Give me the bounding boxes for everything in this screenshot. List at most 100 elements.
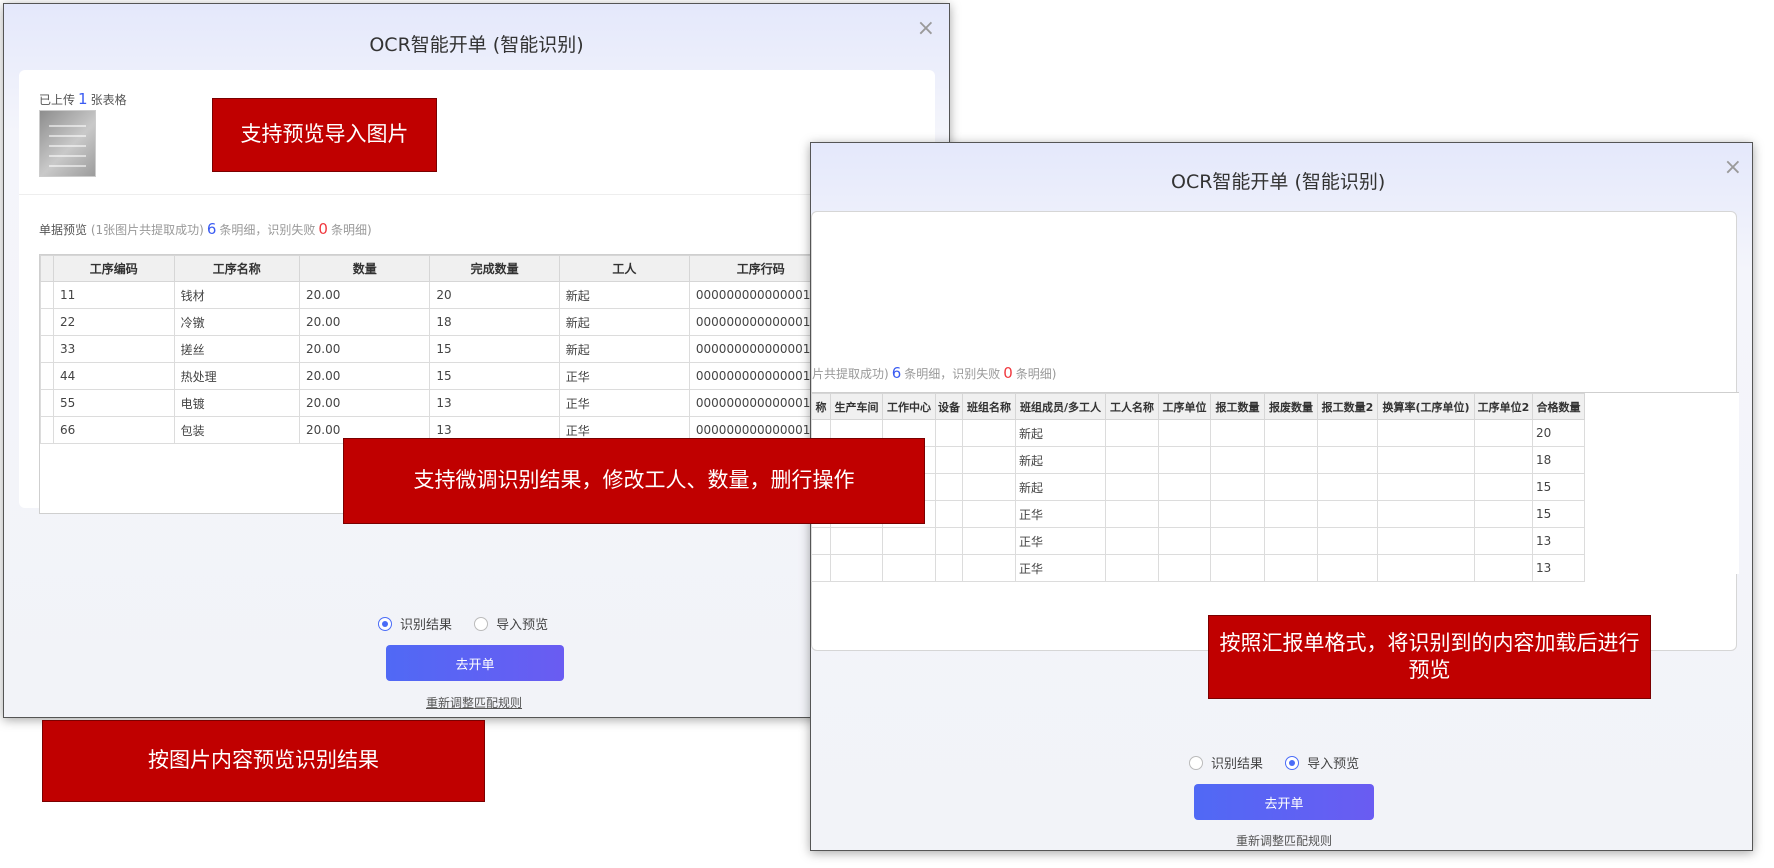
table-cell [830, 554, 883, 582]
import-preview-table: 称 生产车间 工作中心 设备 班组名称 班组成员/多工人 工人名称 工序单位 报… [811, 392, 1739, 582]
table-cell [1105, 446, 1159, 474]
column-header: 数量 [299, 255, 431, 282]
table-row: 正华 15 [811, 500, 1585, 528]
table-cell [962, 527, 1016, 555]
create-order-button[interactable]: 去开单 [386, 645, 564, 681]
table-cell [1317, 527, 1378, 555]
cell-process-code: 11 [53, 281, 175, 309]
table-cell [1210, 554, 1265, 582]
row-spacer [40, 362, 54, 390]
cell-worker-select[interactable]: 正华 [558, 362, 690, 390]
radio-import-preview[interactable]: 导入预览 [1285, 753, 1359, 772]
table-cell [811, 554, 831, 582]
radio-dot[interactable] [378, 616, 392, 631]
radio-import-preview[interactable]: 导入预览 [474, 614, 548, 633]
upload-status: 已上传 1 张表格 [39, 90, 127, 108]
table-cell [962, 446, 1016, 474]
close-icon[interactable]: × [1724, 157, 1742, 179]
table-row: 正华 13 [811, 554, 1585, 582]
radio-label: 识别结果 [400, 618, 453, 633]
view-mode-radio-group: 识别结果 导入预览 [378, 614, 566, 635]
summary-label: 单据预览 [39, 223, 88, 237]
radio-recognition-result[interactable]: 识别结果 [378, 614, 452, 633]
cell-team-member: 正华 [1015, 554, 1106, 582]
cell-qualified-quantity: 13 [1532, 527, 1585, 555]
divider [19, 194, 935, 195]
cell-quantity-input[interactable]: 20.00 [299, 281, 431, 309]
upload-count: 1 [78, 90, 88, 108]
column-header: 班组成员/多工人 [1015, 393, 1106, 420]
radio-dot[interactable] [1189, 755, 1203, 770]
cell-team-member: 正华 [1015, 500, 1106, 528]
table-cell [1210, 473, 1265, 501]
table-header-row: 工序编码 工序名称 数量 完成数量 工人 工序行码 操作 [40, 255, 915, 282]
radio-dot[interactable] [474, 616, 489, 631]
cell-worker-select[interactable]: 正华 [558, 389, 690, 417]
column-header: 换算率(工序单位) [1377, 393, 1475, 420]
table-row: 22冷镦20.0018新起00000000000000145删除 [40, 308, 915, 336]
cell-process-name: 搓丝 [173, 335, 301, 363]
fail-count: 0 [1003, 364, 1013, 382]
cell-team-member: 正华 [1015, 527, 1106, 555]
upload-prefix: 已上传 [39, 93, 76, 107]
cell-quantity-input[interactable]: 20.00 [299, 308, 431, 336]
table-cell [1105, 473, 1159, 501]
table-cell [1377, 500, 1475, 528]
annotation-fine-tune: 支持微调识别结果，修改工人、数量，删行操作 [343, 438, 925, 524]
table-cell [935, 527, 963, 555]
upload-suffix: 张表格 [90, 93, 127, 107]
cell-worker-select[interactable]: 新起 [558, 308, 690, 336]
recognition-summary: 单据预览 (1张图片共提取成功) 6 条明细，识别失败 0 条明细) [39, 220, 372, 238]
table-cell [962, 554, 1016, 582]
cell-worker-select[interactable]: 新起 [558, 335, 690, 363]
table-cell [1158, 446, 1211, 474]
table-cell [962, 473, 1016, 501]
table-cell [935, 446, 963, 474]
column-header: 工序单位 [1158, 393, 1211, 420]
column-header: 工序名称 [173, 255, 301, 282]
table-cell [962, 419, 1016, 447]
column-header: 合格数量 [1532, 393, 1585, 420]
content-card: 片共提取成功) 6 条明细，识别失败 0 条明细) 称 生产车间 工作中心 设备 班组名 [811, 211, 1739, 651]
table-cell [1317, 500, 1378, 528]
row-spacer [40, 281, 54, 309]
table-row: 新起 20 [811, 419, 1585, 447]
ocr-dialog-recognition: OCR智能开单 (智能识别) × 已上传 1 张表格 单据预览 (1张图片共提取成功… [3, 3, 950, 718]
cell-completed-quantity: 18 [429, 308, 560, 336]
table-cell [1264, 419, 1318, 447]
adjust-rules-link[interactable]: 重新调整匹配规则 [1236, 832, 1332, 849]
table-cell [811, 527, 831, 555]
table-cell [1158, 419, 1211, 447]
column-header-spacer [40, 255, 54, 282]
row-spacer [40, 416, 54, 444]
radio-dot[interactable] [1285, 755, 1300, 770]
column-header: 工序编码 [53, 255, 175, 282]
cell-quantity-input[interactable]: 20.00 [299, 362, 431, 390]
cell-qualified-quantity: 20 [1532, 419, 1585, 447]
cell-team-member: 新起 [1015, 446, 1106, 474]
table-cell [1210, 419, 1265, 447]
cell-quantity-input[interactable]: 20.00 [299, 389, 431, 417]
adjust-rules-link[interactable]: 重新调整匹配规则 [426, 694, 522, 711]
column-header: 工人名称 [1105, 393, 1159, 420]
column-header: 报工数量 [1210, 393, 1265, 420]
create-order-button[interactable]: 去开单 [1194, 784, 1374, 820]
cell-process-name: 钱材 [173, 281, 301, 309]
uploaded-image-thumbnail[interactable] [39, 110, 96, 177]
table-cell [1474, 473, 1533, 501]
recognition-summary: 片共提取成功) 6 条明细，识别失败 0 条明细) [812, 364, 1056, 382]
summary-text: 条明细) [1015, 367, 1057, 381]
column-header: 设备 [935, 393, 963, 420]
table-cell [1377, 527, 1475, 555]
column-header: 称 [811, 393, 831, 420]
cell-quantity-input[interactable]: 20.00 [299, 335, 431, 363]
cell-worker-select[interactable]: 新起 [558, 281, 690, 309]
close-icon[interactable]: × [917, 18, 935, 40]
dialog-title: OCR智能开单 (智能识别) [369, 34, 584, 56]
radio-recognition-result[interactable]: 识别结果 [1189, 753, 1263, 772]
ocr-dialog-import-preview: OCR智能开单 (智能识别) × 片共提取成功) 6 条明细，识别失败 0 条明细) 称… [810, 142, 1753, 851]
radio-label: 导入预览 [1307, 757, 1360, 772]
table-cell [1105, 554, 1159, 582]
table-row: 55电镀20.0013正华00000000000000148删除 [40, 389, 915, 417]
table-cell [1105, 500, 1159, 528]
